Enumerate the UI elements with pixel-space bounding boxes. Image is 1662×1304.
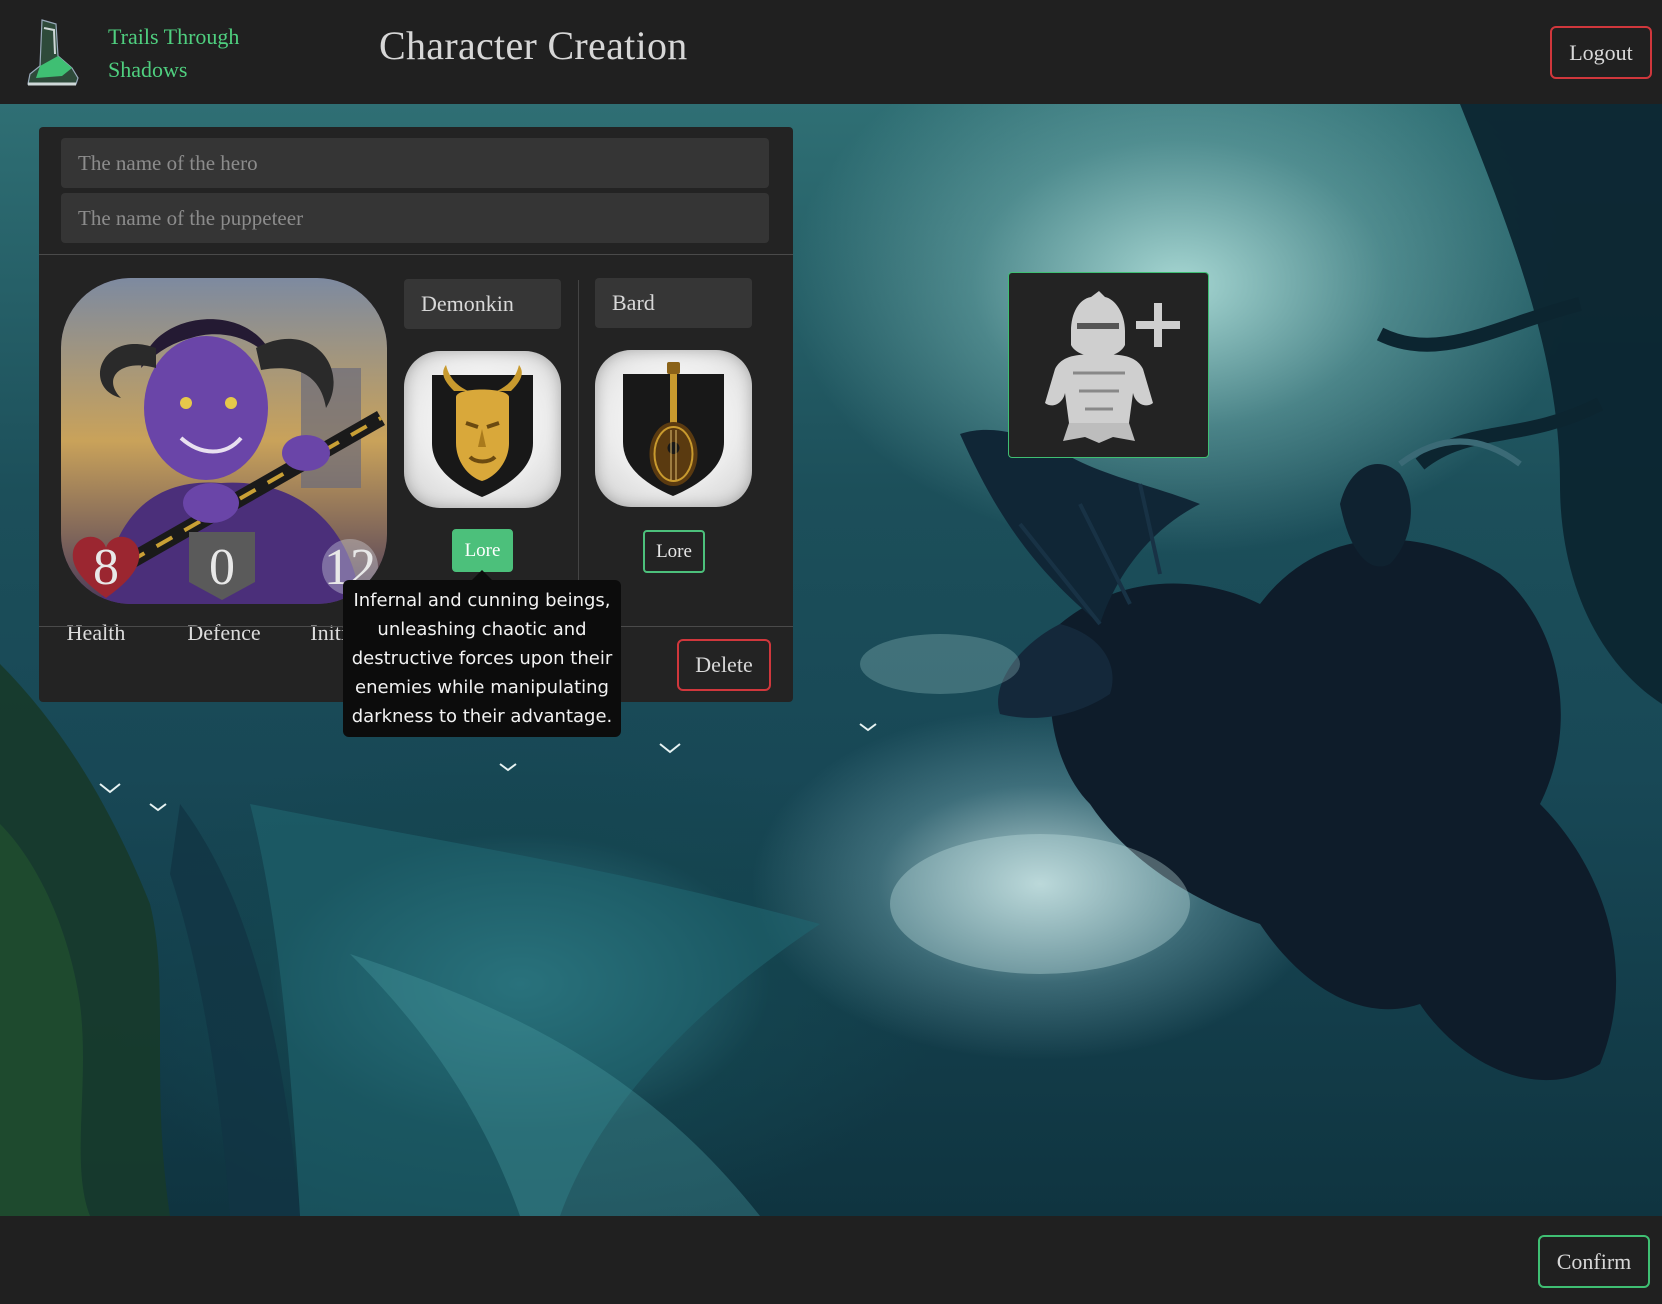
- panel-divider-top: [39, 254, 793, 255]
- class-select[interactable]: Bard: [595, 278, 752, 328]
- lute-shield-icon: [623, 362, 724, 496]
- hero-name-input[interactable]: [61, 138, 769, 188]
- race-select[interactable]: Demonkin: [404, 279, 561, 329]
- defence-stat: 0: [187, 532, 257, 602]
- boot-logo-icon: [27, 19, 79, 86]
- top-bar: Trails Through Shadows Character Creatio…: [0, 0, 1662, 104]
- add-hero-card[interactable]: [1008, 272, 1209, 458]
- character-portrait[interactable]: 8 0 12: [61, 278, 387, 604]
- logout-button[interactable]: Logout: [1550, 26, 1652, 79]
- page-title: Character Creation: [379, 23, 688, 68]
- brand-name[interactable]: Trails Through Shadows: [108, 20, 258, 86]
- tooltip-arrow: [472, 570, 492, 580]
- race-emblem[interactable]: [404, 351, 561, 508]
- brand-line-2: Shadows: [108, 57, 188, 82]
- health-label: Health: [66, 620, 126, 645]
- add-hero-icon: [1045, 291, 1180, 443]
- puppeteer-name-input[interactable]: [61, 193, 769, 243]
- column-separator: [578, 280, 579, 620]
- confirm-button[interactable]: Confirm: [1538, 1235, 1650, 1288]
- defence-value: 0: [209, 539, 235, 596]
- brand-line-1: Trails Through: [108, 24, 240, 49]
- health-stat: 8: [71, 532, 141, 602]
- class-emblem[interactable]: [595, 350, 752, 507]
- defence-label: Defence: [187, 620, 261, 645]
- delete-character-button[interactable]: Delete: [677, 639, 771, 691]
- race-lore-tooltip: Infernal and cunning beings, unleashing …: [343, 580, 621, 737]
- bottom-bar: Confirm: [0, 1216, 1662, 1304]
- race-lore-button[interactable]: Lore: [452, 529, 513, 572]
- health-value: 8: [93, 539, 119, 596]
- class-lore-button[interactable]: Lore: [643, 530, 705, 573]
- demon-mask-shield-icon: [432, 365, 533, 497]
